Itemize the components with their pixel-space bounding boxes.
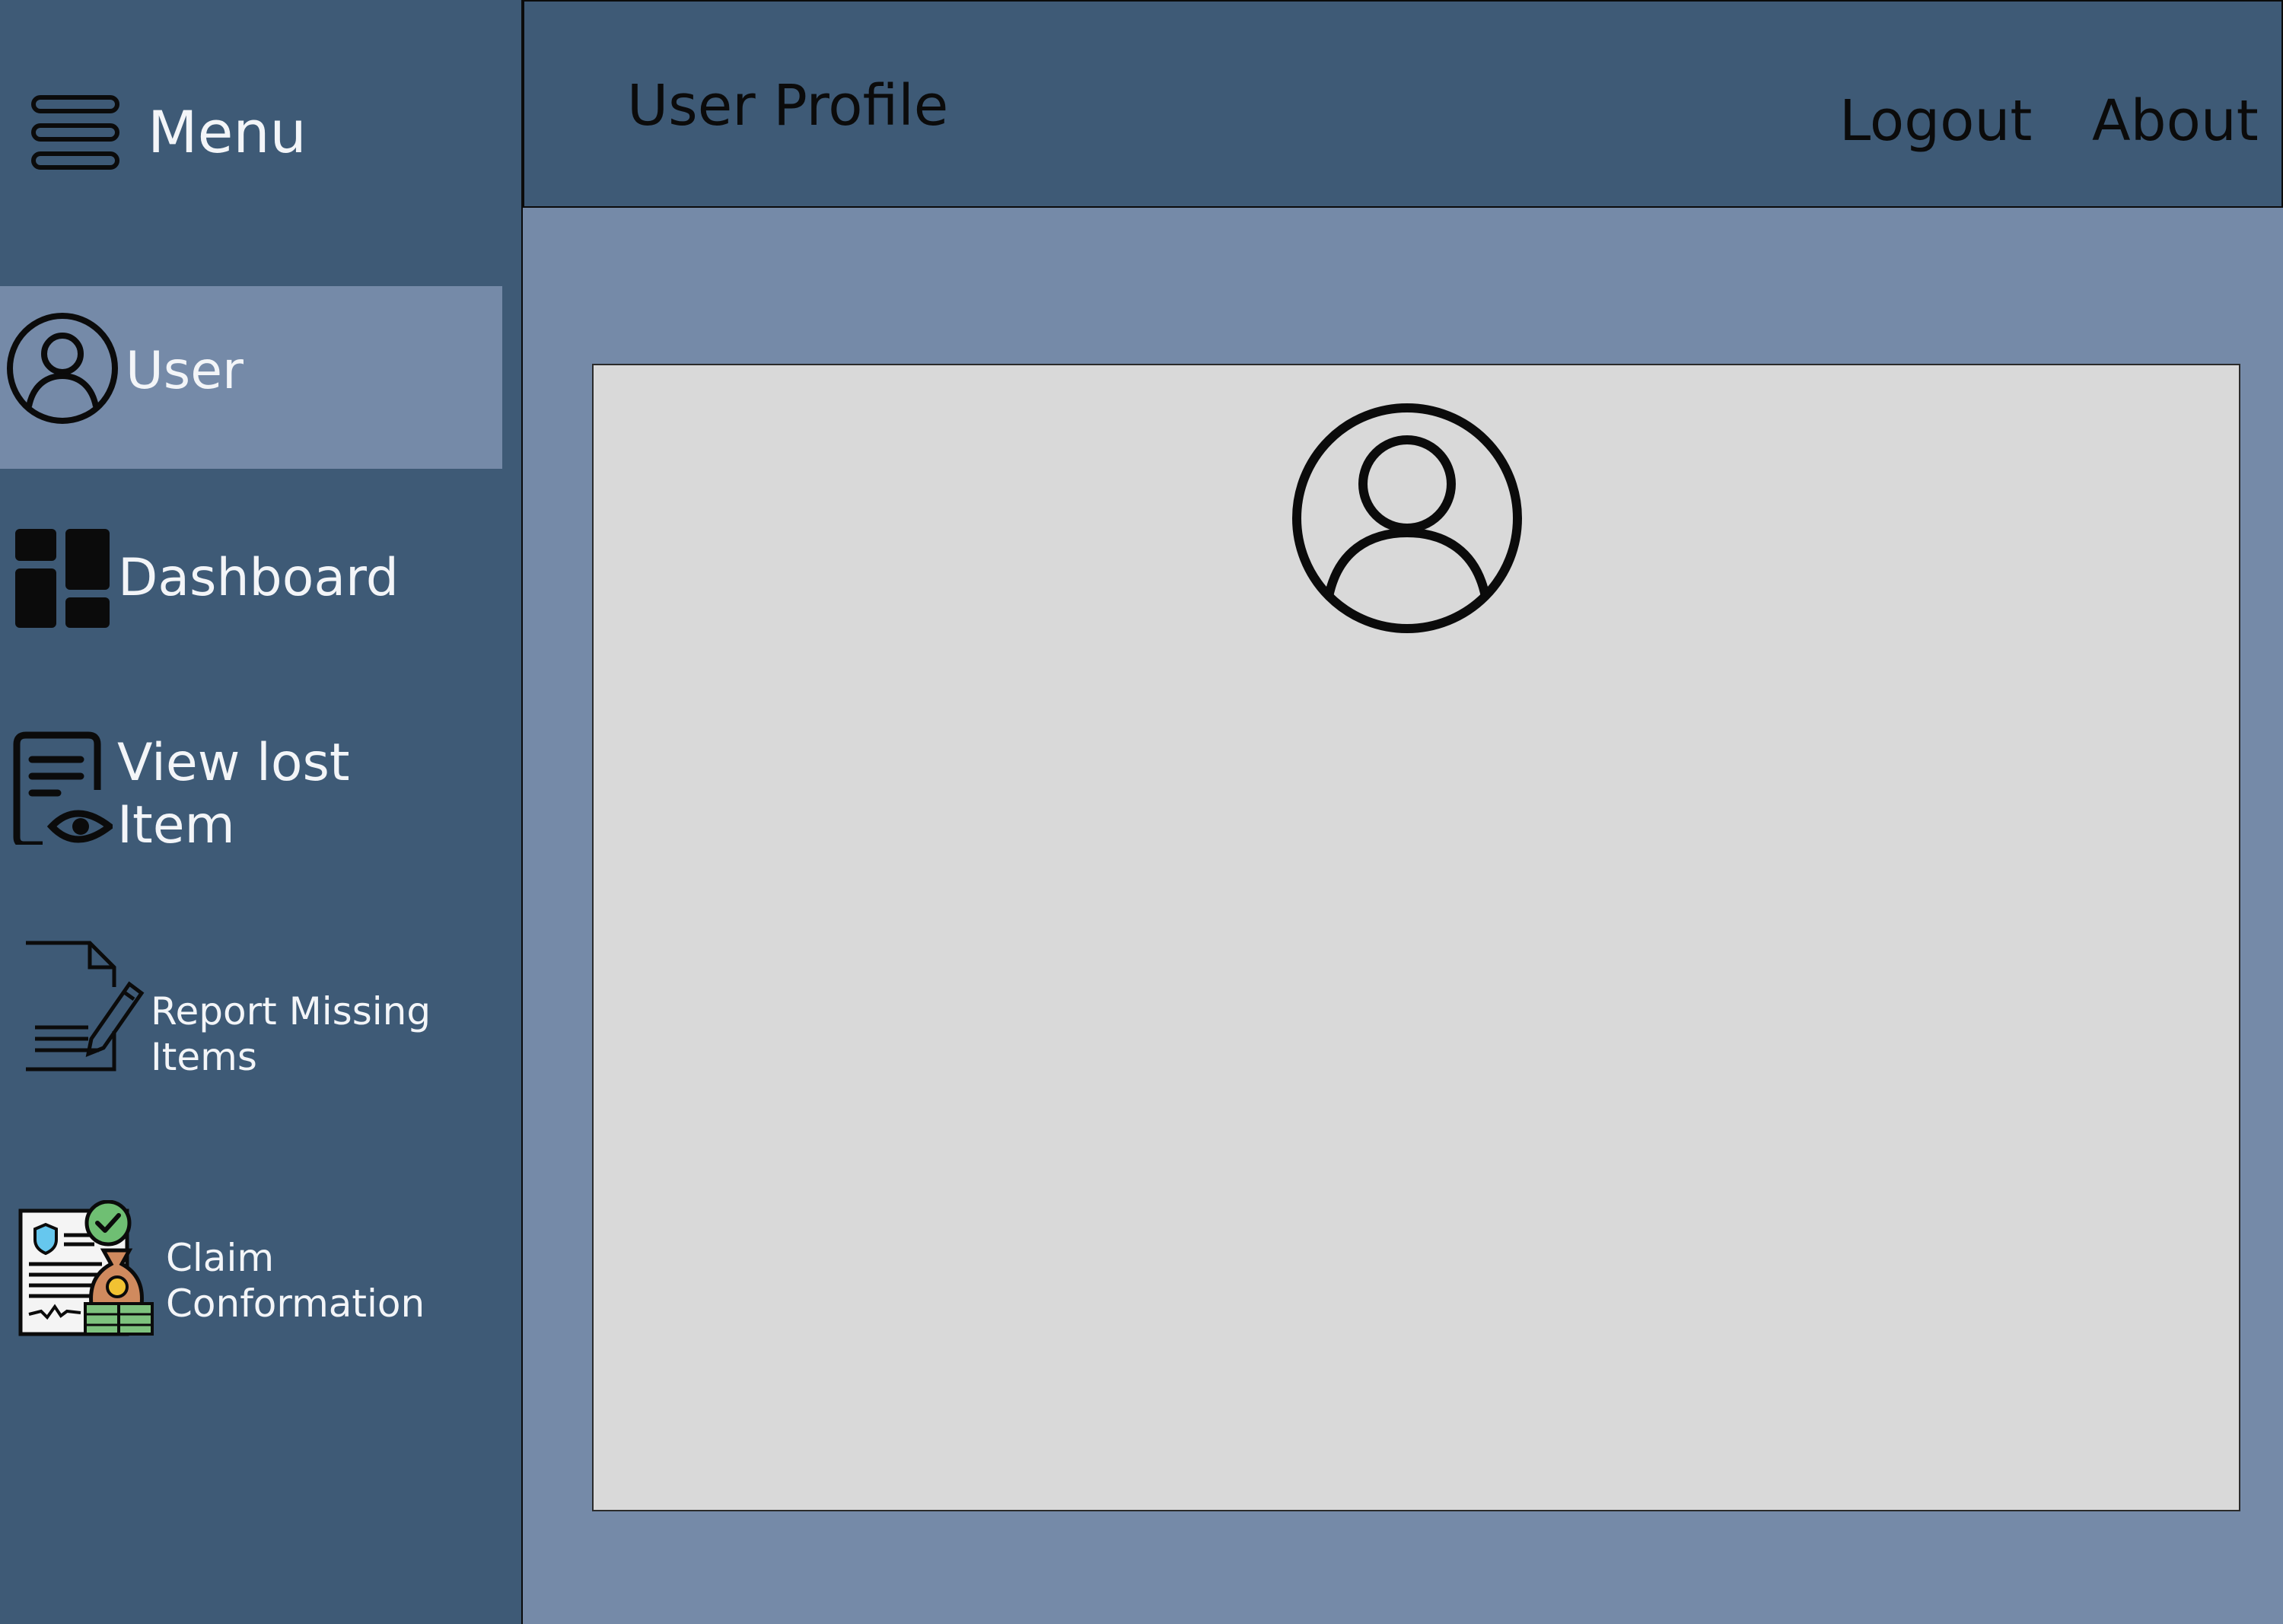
sidebar-item-label: Item: [117, 795, 235, 855]
hamburger-menu-icon[interactable]: [30, 94, 120, 170]
insurance-claim-icon: [18, 1200, 154, 1336]
user-circle-icon: [1292, 403, 1522, 633]
sidebar-item-claim-conformation[interactable]: Claim Conformation: [0, 1191, 502, 1343]
dashboard-grid-icon: [15, 529, 110, 628]
sidebar-item-label: User: [126, 341, 244, 401]
sidebar-item-view-lost-item[interactable]: View lost Item: [0, 723, 502, 868]
sidebar-item-label: Conformation: [166, 1282, 425, 1326]
sidebar-item-label: Report Missing: [151, 989, 431, 1033]
profile-panel: [592, 364, 2240, 1511]
sidebar-item-label: Claim: [166, 1236, 275, 1280]
user-circle-icon: [7, 313, 118, 424]
logout-link[interactable]: Logout: [1839, 87, 2032, 155]
sidebar: Menu User Dashboard View lost Item Repor…: [0, 0, 523, 1624]
page-title: User Profile: [627, 73, 949, 139]
about-link[interactable]: About: [2092, 87, 2259, 155]
sidebar-item-label: Dashboard: [118, 548, 399, 608]
sidebar-item-report-missing-items[interactable]: Report Missing Items: [0, 932, 502, 1084]
document-pen-icon: [26, 941, 145, 1072]
menu-label: Menu: [148, 98, 307, 166]
menu-header: Menu: [0, 0, 523, 274]
header-bar: User Profile Logout About: [523, 0, 2283, 208]
sidebar-item-user[interactable]: User: [0, 286, 502, 469]
sidebar-item-label: Items: [151, 1035, 257, 1079]
sidebar-item-label: View lost: [117, 733, 350, 793]
sidebar-item-dashboard[interactable]: Dashboard: [0, 517, 502, 639]
document-eye-icon: [13, 731, 113, 845]
